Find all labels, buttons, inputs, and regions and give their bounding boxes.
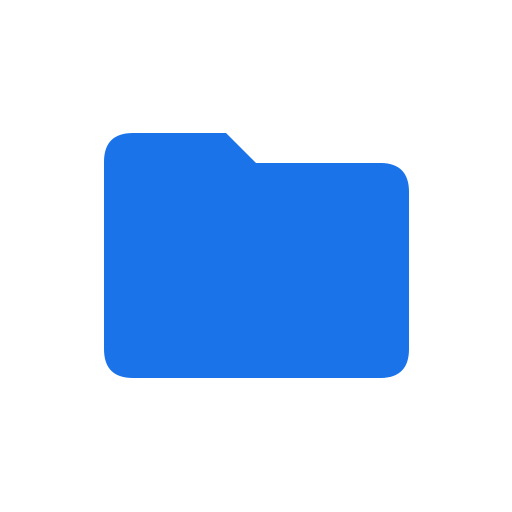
icon-canvas [0,0,512,512]
folder-icon [104,133,409,378]
